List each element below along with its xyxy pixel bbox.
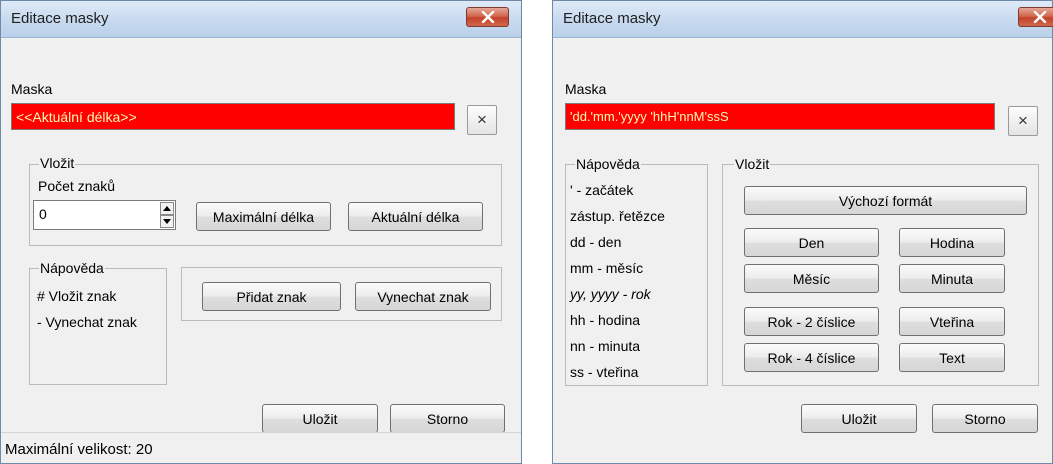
left-dialog-title: Editace masky	[11, 10, 109, 27]
left-save-button[interactable]: Uložit	[262, 404, 378, 433]
left-help-legend: Nápověda	[39, 260, 105, 276]
default-format-button[interactable]: Výchozí formát	[744, 186, 1027, 215]
help-line: ss - vteřina	[570, 364, 639, 380]
right-insert-legend: Vložit	[734, 156, 771, 172]
right-mask-input[interactable]: 'dd.'mm.'yyyy 'hhH'nnM'ssS	[565, 103, 995, 130]
help-line: mm - měsíc	[570, 260, 644, 276]
close-icon	[1033, 11, 1047, 23]
help-line: hh - hodina	[570, 312, 641, 328]
right-save-button[interactable]: Uložit	[801, 404, 917, 433]
right-help-legend: Nápověda	[575, 156, 641, 172]
left-insert-legend: Vložit	[39, 155, 76, 171]
second-button[interactable]: Vteřina	[899, 307, 1005, 336]
right-cancel-button[interactable]: Storno	[932, 404, 1038, 433]
right-clear-mask-button[interactable]: ×	[1008, 106, 1038, 136]
count-stepper[interactable]: 0	[33, 200, 176, 230]
help-line: # Vložit znak	[37, 288, 117, 304]
add-char-button[interactable]: Přidat znak	[202, 282, 341, 311]
month-button[interactable]: Měsíc	[744, 264, 879, 293]
help-line: nn - minuta	[570, 338, 641, 354]
left-dialog: Editace masky Maska <<Aktuální délka>> ×…	[0, 0, 522, 464]
year-2-digits-button[interactable]: Rok - 2 číslice	[744, 307, 879, 336]
left-mask-input[interactable]: <<Aktuální délka>>	[11, 103, 455, 130]
day-button[interactable]: Den	[744, 228, 879, 257]
max-length-button[interactable]: Maximální délka	[196, 202, 331, 231]
right-mask-label: Maska	[565, 81, 607, 97]
hour-button[interactable]: Hodina	[899, 228, 1005, 257]
left-mask-label: Maska	[11, 81, 53, 97]
stepper-arrows-icon[interactable]	[160, 202, 174, 228]
help-line: - Vynechat znak	[37, 314, 137, 330]
help-line: ' - začátek	[570, 182, 634, 198]
count-value: 0	[39, 206, 47, 222]
count-label: Počet znaků	[38, 178, 116, 194]
text-button[interactable]: Text	[899, 343, 1005, 372]
help-line: dd - den	[570, 234, 622, 250]
year-4-digits-button[interactable]: Rok - 4 číslice	[744, 343, 879, 372]
right-titlebar: Editace masky	[553, 1, 1053, 38]
close-icon	[481, 11, 495, 23]
left-cancel-button[interactable]: Storno	[390, 404, 505, 433]
right-dialog-title: Editace masky	[563, 10, 661, 27]
left-titlebar: Editace masky	[1, 1, 521, 38]
skip-char-button[interactable]: Vynechat znak	[355, 282, 491, 311]
right-close-button[interactable]	[1018, 7, 1053, 27]
minute-button[interactable]: Minuta	[899, 264, 1005, 293]
current-length-button[interactable]: Aktuální délka	[348, 202, 483, 231]
help-line: zástup. řetězce	[570, 208, 665, 224]
left-clear-mask-button[interactable]: ×	[467, 105, 497, 135]
help-line: yy, yyyy - rok	[570, 286, 651, 302]
left-close-button[interactable]	[466, 7, 509, 27]
status-bar: Maximální velikost: 20	[1, 432, 521, 463]
right-dialog: Editace masky Maska 'dd.'mm.'yyyy 'hhH'n…	[552, 0, 1053, 464]
status-text: Maximální velikost: 20	[5, 441, 153, 458]
